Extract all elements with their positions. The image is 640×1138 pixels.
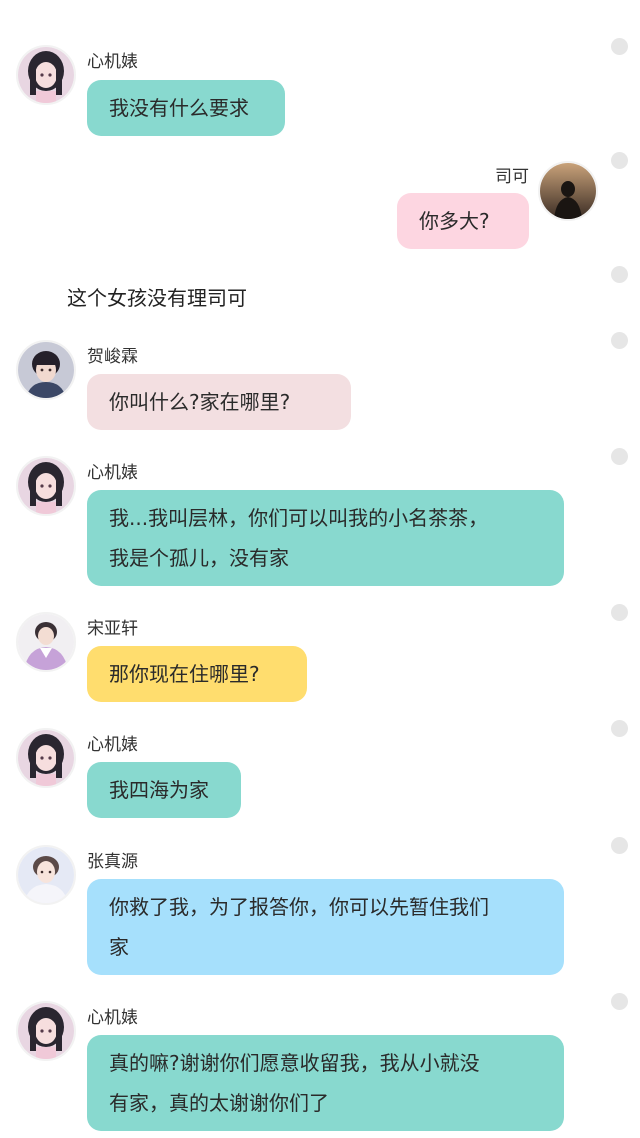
sender-name: 心机婊 [87,735,138,755]
status-dot [611,837,628,854]
sender-name: 心机婊 [87,52,138,72]
sender-name: 贺峻霖 [87,347,138,367]
message-bubble[interactable]: 你叫什么?家在哪里? [87,374,351,430]
message-bubble[interactable]: 那你现在住哪里? [87,646,307,702]
message-bubble[interactable]: 我四海为家 [87,762,241,818]
status-dot [611,332,628,349]
message-bubble[interactable]: 你多大? [397,193,529,249]
boy-purple-avatar-icon[interactable] [16,612,76,672]
status-dot [611,993,628,1010]
status-dot [611,38,628,55]
message-bubble[interactable]: 你救了我，为了报答你，你可以先暂住我们 家 [87,879,564,975]
boy-light-avatar-icon[interactable] [16,845,76,905]
status-dot [611,720,628,737]
sender-name: 张真源 [87,852,138,872]
status-dot [611,604,628,621]
status-dot [611,152,628,169]
sender-name: 宋亚轩 [87,619,138,639]
girl-avatar-icon[interactable] [16,728,76,788]
boy-avatar-icon[interactable] [16,340,76,400]
girl-avatar-icon[interactable] [16,45,76,105]
girl-avatar-icon[interactable] [16,456,76,516]
dark-silhouette-avatar-icon[interactable] [538,161,598,221]
message-bubble[interactable]: 我...我叫层林，你们可以叫我的小名茶茶， 我是个孤儿，没有家 [87,490,564,586]
status-dot [611,266,628,283]
girl-avatar-icon[interactable] [16,1001,76,1061]
sender-name: 司可 [495,167,529,187]
sender-name: 心机婊 [87,463,138,483]
sender-name: 心机婊 [87,1008,138,1028]
message-bubble[interactable]: 真的嘛?谢谢你们愿意收留我，我从小就没 有家，真的太谢谢你们了 [87,1035,564,1131]
message-bubble[interactable]: 我没有什么要求 [87,80,285,136]
narration-text: 这个女孩没有理司可 [67,286,247,310]
status-dot [611,448,628,465]
